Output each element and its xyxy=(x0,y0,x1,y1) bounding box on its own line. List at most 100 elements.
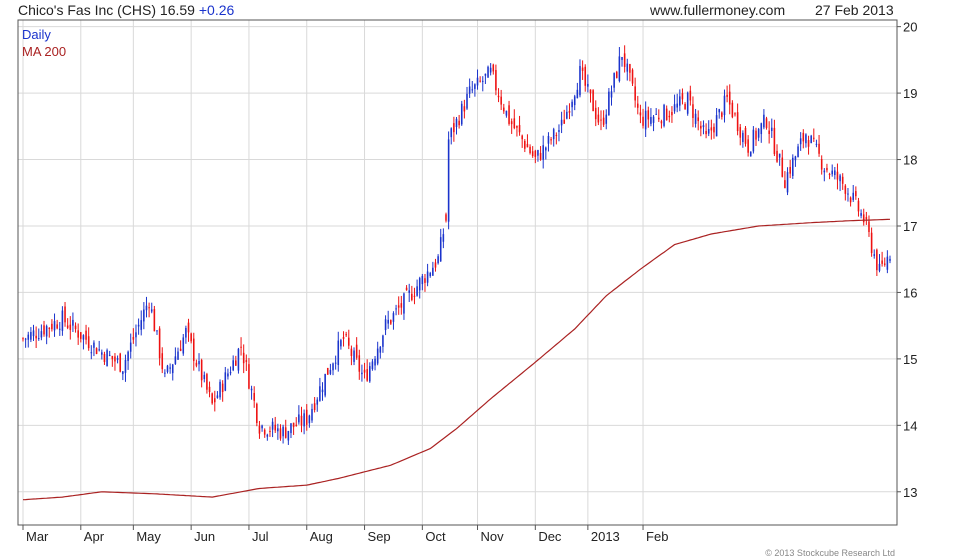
candle-body-289 xyxy=(781,157,784,177)
candle-body-96 xyxy=(274,424,277,431)
candle-body-50 xyxy=(153,309,156,332)
candle-body-277 xyxy=(749,151,752,157)
candle-body-98 xyxy=(279,428,282,439)
candle-body-188 xyxy=(516,125,518,128)
candle-body-122 xyxy=(342,337,345,339)
candle-body-206 xyxy=(563,119,566,124)
candle-body-204 xyxy=(558,130,560,132)
candle-body-166 xyxy=(458,120,460,126)
candle-body-301 xyxy=(813,137,815,139)
candle-body-125 xyxy=(350,348,353,356)
candle-body-256 xyxy=(694,113,697,124)
candle-body-10 xyxy=(48,327,51,329)
plot-frame xyxy=(17,19,898,526)
x-tick-label-11: Feb xyxy=(646,529,668,544)
candle-body-136 xyxy=(379,346,382,353)
candle-body-41 xyxy=(129,342,132,352)
legend-ma200: MA 200 xyxy=(22,44,67,59)
candle-body-164 xyxy=(453,123,455,133)
candle-body-4 xyxy=(32,330,35,337)
candle-body-12 xyxy=(53,321,56,331)
candle-body-11 xyxy=(51,323,53,330)
candle-body-318 xyxy=(857,200,860,212)
candle-body-214 xyxy=(584,66,587,86)
candle-body-103 xyxy=(292,422,295,428)
candle-body-129 xyxy=(361,372,363,375)
candle-body-81 xyxy=(235,360,237,366)
candle-body-291 xyxy=(786,172,789,193)
candle-body-21 xyxy=(77,330,79,338)
candle-body-224 xyxy=(610,91,613,98)
candle-body-304 xyxy=(820,159,823,170)
candle-body-220 xyxy=(600,119,602,121)
candle-body-59 xyxy=(177,351,179,360)
candle-body-64 xyxy=(190,333,192,342)
candle-body-254 xyxy=(689,90,692,101)
candle-body-9 xyxy=(45,326,48,337)
candle-body-240 xyxy=(652,116,655,123)
candle-body-112 xyxy=(316,399,319,405)
candle-body-284 xyxy=(768,130,770,134)
x-tick-label-6: Sep xyxy=(368,529,391,544)
candle-body-16 xyxy=(64,306,66,323)
candle-body-182 xyxy=(500,96,502,105)
x-tick-label-9: Dec xyxy=(538,529,562,544)
candle-body-176 xyxy=(484,73,487,76)
candle-body-320 xyxy=(862,214,865,223)
candle-body-215 xyxy=(587,83,589,87)
candle-body-286 xyxy=(773,127,776,155)
candle-body-282 xyxy=(763,114,765,128)
candle-body-43 xyxy=(135,332,137,338)
candle-body-253 xyxy=(686,92,689,114)
candle-body-14 xyxy=(58,328,61,330)
candle-body-80 xyxy=(232,360,234,371)
candle-body-233 xyxy=(634,86,636,101)
candle-body-223 xyxy=(608,91,610,116)
candle-body-193 xyxy=(529,146,531,154)
candle-body-131 xyxy=(366,369,368,381)
candle-body-212 xyxy=(579,65,581,96)
candle-body-7 xyxy=(40,331,43,338)
candle-body-124 xyxy=(347,337,350,346)
candle-body-69 xyxy=(203,374,206,380)
candle-body-237 xyxy=(644,110,647,130)
candle-body-141 xyxy=(392,313,395,322)
candle-body-186 xyxy=(510,121,513,125)
candle-body-303 xyxy=(818,143,820,154)
candle-body-169 xyxy=(466,93,468,109)
candle-body-196 xyxy=(537,150,539,156)
candle-body-152 xyxy=(421,275,424,285)
candle-body-293 xyxy=(792,157,794,176)
candle-body-154 xyxy=(426,271,429,283)
candle-body-299 xyxy=(807,140,810,147)
candle-body-72 xyxy=(211,393,213,404)
candle-body-287 xyxy=(776,150,778,162)
candle-body-297 xyxy=(802,132,805,142)
candle-body-147 xyxy=(408,290,410,293)
candle-body-100 xyxy=(284,427,287,438)
grid-lines xyxy=(18,20,897,525)
candle-body-189 xyxy=(518,125,521,133)
candle-body-259 xyxy=(702,125,705,128)
candle-body-328 xyxy=(883,263,886,265)
candle-body-73 xyxy=(214,398,216,403)
candle-body-279 xyxy=(755,130,757,140)
candle-body-89 xyxy=(256,403,258,423)
candle-body-285 xyxy=(770,127,773,132)
candle-body-251 xyxy=(681,93,684,100)
candle-body-90 xyxy=(258,425,261,434)
y-tick-label-13: 13 xyxy=(903,485,917,500)
candle-body-119 xyxy=(334,362,337,364)
candle-body-57 xyxy=(171,364,174,374)
candle-body-115 xyxy=(324,373,326,396)
candle-body-268 xyxy=(726,94,728,97)
candle-body-101 xyxy=(287,430,290,441)
candle-body-236 xyxy=(642,116,644,126)
candle-body-194 xyxy=(531,151,534,156)
x-tick-label-2: May xyxy=(136,529,161,544)
candle-body-87 xyxy=(250,388,253,391)
candle-body-62 xyxy=(185,327,187,338)
x-tick-label-7: Oct xyxy=(425,529,446,544)
y-axis-ticks: 13 14 15 16 17 18 19 20 xyxy=(897,20,917,500)
candle-body-261 xyxy=(707,129,710,134)
